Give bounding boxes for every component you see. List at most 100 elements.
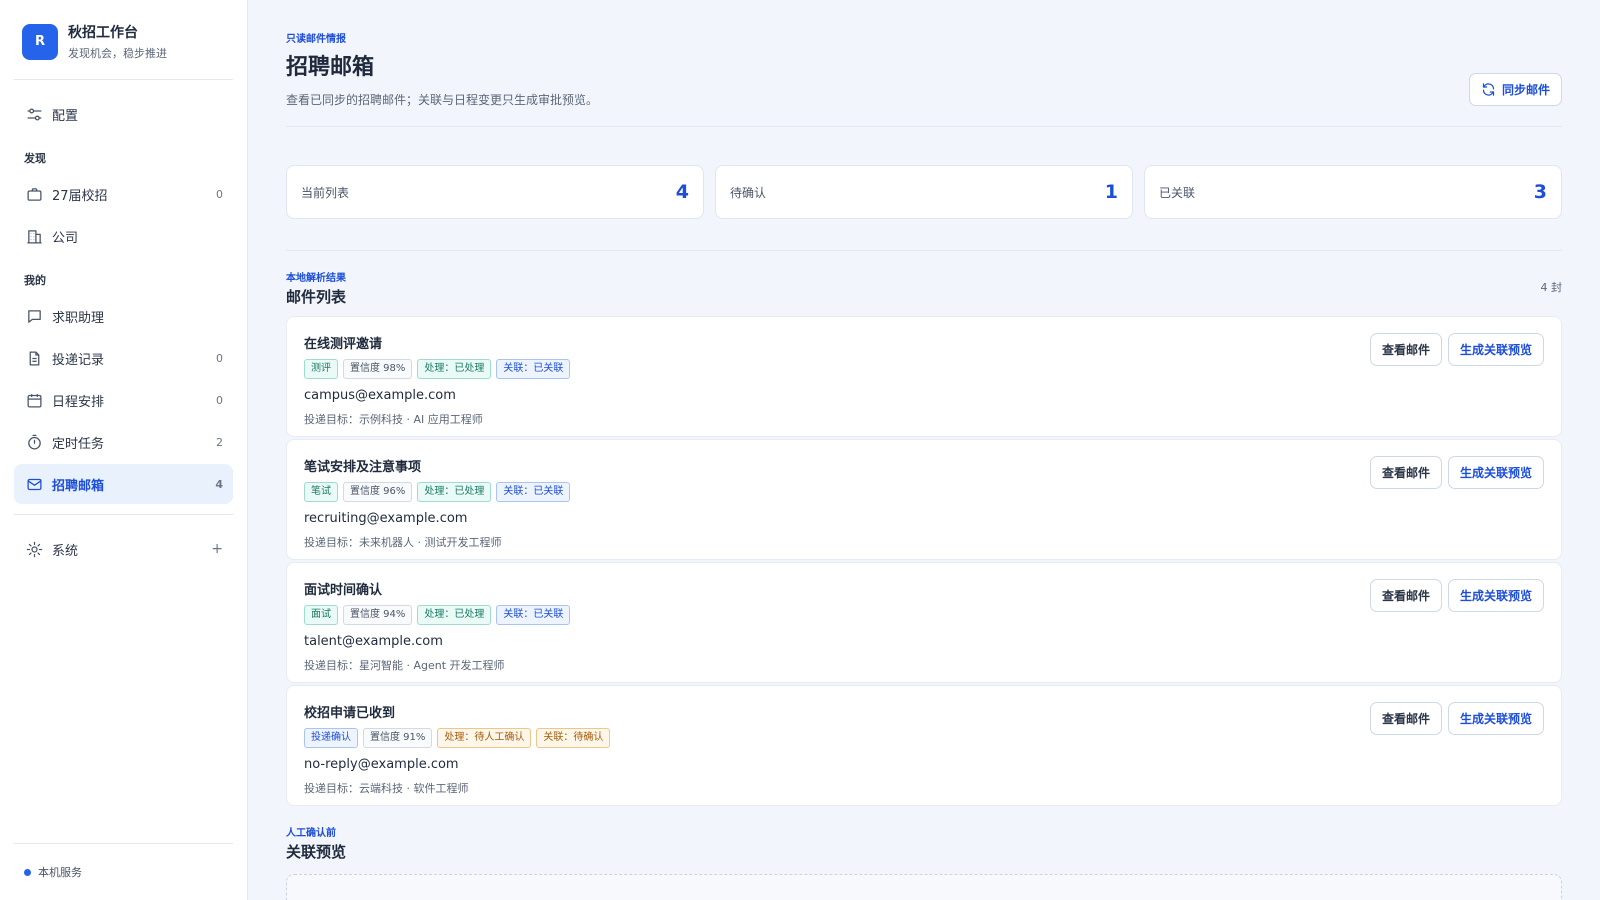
building-icon bbox=[24, 226, 44, 246]
sidebar-item-mailbox[interactable]: 招聘邮箱 4 bbox=[14, 464, 233, 504]
tag-type: 投递确认 bbox=[304, 728, 358, 748]
sidebar-nav: 配置 发现 27届校招 0 公司 我的 求职助理 投递记录 0 日程安排 0 定… bbox=[14, 94, 233, 569]
mail-item: 笔试安排及注意事项 笔试 置信度 96% 处理：已处理 关联：已关联 recru… bbox=[286, 439, 1562, 560]
tag-type: 测评 bbox=[304, 359, 338, 379]
sidebar-footer: 本机服务 bbox=[14, 843, 233, 880]
mail-section-eyebrow: 本地解析结果 bbox=[286, 273, 346, 284]
sidebar-item-schedule[interactable]: 日程安排 0 bbox=[14, 380, 233, 420]
mail-sender: talent@example.com bbox=[304, 634, 443, 649]
generate-link-preview-button[interactable]: 生成关联预览 bbox=[1447, 702, 1544, 735]
sidebar-item-label: 公司 bbox=[52, 230, 79, 246]
view-mail-button[interactable]: 查看邮件 bbox=[1369, 579, 1442, 612]
mail-subject: 在线测评邀请 bbox=[304, 337, 383, 352]
view-mail-button[interactable]: 查看邮件 bbox=[1369, 702, 1442, 735]
mail-target: 投递目标：示例科技 · AI 应用工程师 bbox=[304, 413, 483, 426]
mail-tags: 笔试 置信度 96% 处理：已处理 关联：已关联 bbox=[304, 482, 571, 502]
mail-tags: 投递确认 置信度 91% 处理：待人工确认 关联：待确认 bbox=[304, 728, 611, 748]
brand: R 秋招工作台 发现机会，稳步推进 bbox=[14, 22, 233, 80]
sidebar-item-company[interactable]: 公司 bbox=[14, 216, 233, 256]
view-mail-button[interactable]: 查看邮件 bbox=[1369, 333, 1442, 366]
page-eyebrow: 只读邮件情报 bbox=[286, 34, 346, 45]
mail-sender: recruiting@example.com bbox=[304, 511, 468, 526]
stat-card-current: 当前列表 4 bbox=[286, 165, 704, 219]
sync-mail-label: 同步邮件 bbox=[1501, 83, 1550, 97]
mail-sender: campus@example.com bbox=[304, 388, 456, 403]
chat-icon bbox=[24, 306, 44, 326]
stat-value: 4 bbox=[675, 181, 689, 203]
sidebar-item-label: 配置 bbox=[52, 108, 79, 124]
tag-process-status: 处理：待人工确认 bbox=[437, 728, 532, 748]
tag-process-status: 处理：已处理 bbox=[417, 482, 492, 502]
mail-section-header: 本地解析结果 邮件列表 4 封 bbox=[286, 269, 1562, 307]
nav-section-discover: 发现 bbox=[24, 152, 46, 165]
mail-actions: 查看邮件 生成关联预览 bbox=[1369, 333, 1544, 436]
sidebar-item-timer[interactable]: 定时任务 2 bbox=[14, 422, 233, 462]
sync-mail-button[interactable]: 同步邮件 bbox=[1468, 73, 1562, 106]
tag-link-status: 关联：待确认 bbox=[536, 728, 611, 748]
calendar-icon bbox=[24, 390, 44, 410]
stat-label: 当前列表 bbox=[301, 185, 350, 200]
preview-section-eyebrow: 人工确认前 bbox=[286, 828, 336, 839]
sidebar-item-label: 投递记录 bbox=[52, 352, 105, 368]
generate-link-preview-button[interactable]: 生成关联预览 bbox=[1447, 456, 1544, 489]
view-mail-button[interactable]: 查看邮件 bbox=[1369, 456, 1442, 489]
mail-actions: 查看邮件 生成关联预览 bbox=[1369, 702, 1544, 805]
mail-actions: 查看邮件 生成关联预览 bbox=[1369, 456, 1544, 559]
page-title: 招聘邮箱 bbox=[286, 55, 375, 80]
gear-icon bbox=[24, 539, 44, 559]
sidebar-item-label: 求职助理 bbox=[52, 310, 105, 326]
stat-label: 待确认 bbox=[730, 185, 767, 200]
stat-label: 已关联 bbox=[1159, 185, 1196, 200]
refresh-icon bbox=[1481, 82, 1496, 97]
sidebar-item-count: 2 bbox=[216, 435, 223, 449]
stat-value: 3 bbox=[1533, 181, 1547, 203]
tag-link-status: 关联：已关联 bbox=[496, 359, 571, 379]
tag-confidence: 置信度 96% bbox=[343, 482, 413, 502]
mail-subject: 笔试安排及注意事项 bbox=[304, 460, 422, 475]
tag-confidence: 置信度 94% bbox=[343, 605, 413, 625]
tag-link-status: 关联：已关联 bbox=[496, 605, 571, 625]
sidebar: R 秋招工作台 发现机会，稳步推进 配置 发现 27届校招 0 公司 我的 求职… bbox=[0, 0, 248, 900]
sidebar-item-label: 定时任务 bbox=[52, 436, 105, 452]
sidebar-item-label: 27届校招 bbox=[52, 188, 108, 204]
app-subtitle: 发现机会，稳步推进 bbox=[68, 47, 167, 60]
sidebar-item-label: 系统 bbox=[52, 543, 79, 559]
mail-target: 投递目标：未来机器人 · 测试开发工程师 bbox=[304, 536, 502, 549]
mail-item: 面试时间确认 面试 置信度 94% 处理：已处理 关联：已关联 talent@e… bbox=[286, 562, 1562, 683]
timer-icon bbox=[24, 432, 44, 452]
tag-process-status: 处理：已处理 bbox=[417, 605, 492, 625]
app-root: R 秋招工作台 发现机会，稳步推进 配置 发现 27届校招 0 公司 我的 求职… bbox=[0, 0, 1600, 900]
stat-card-linked: 已关联 3 bbox=[1144, 165, 1562, 219]
status-dot-icon bbox=[24, 868, 31, 876]
mail-subject: 校招申请已收到 bbox=[304, 706, 396, 721]
tag-process-status: 处理：已处理 bbox=[417, 359, 492, 379]
stat-card-pending: 待确认 1 bbox=[715, 165, 1133, 219]
generate-link-preview-button[interactable]: 生成关联预览 bbox=[1447, 333, 1544, 366]
tag-confidence: 置信度 98% bbox=[343, 359, 413, 379]
sidebar-item-count: 0 bbox=[216, 351, 223, 365]
expand-icon[interactable]: + bbox=[209, 541, 223, 557]
mail-section-title: 邮件列表 bbox=[286, 288, 347, 306]
page-header: 只读邮件情报 招聘邮箱 查看已同步的招聘邮件；关联与日程变更只生成审批预览。 同… bbox=[286, 30, 1562, 127]
mail-actions: 查看邮件 生成关联预览 bbox=[1369, 579, 1544, 682]
mail-tags: 面试 置信度 94% 处理：已处理 关联：已关联 bbox=[304, 605, 571, 625]
main-content: 只读邮件情报 招聘邮箱 查看已同步的招聘邮件；关联与日程变更只生成审批预览。 同… bbox=[248, 0, 1600, 900]
sidebar-item-campus[interactable]: 27届校招 0 bbox=[14, 174, 233, 214]
generate-link-preview-button[interactable]: 生成关联预览 bbox=[1447, 579, 1544, 612]
nav-divider bbox=[14, 514, 233, 515]
sidebar-item-applications[interactable]: 投递记录 0 bbox=[14, 338, 233, 378]
sidebar-item-count: 0 bbox=[216, 187, 223, 201]
briefcase-icon bbox=[24, 184, 44, 204]
stat-value: 1 bbox=[1104, 181, 1118, 203]
mail-item: 校招申请已收到 投递确认 置信度 91% 处理：待人工确认 关联：待确认 no-… bbox=[286, 685, 1562, 806]
document-icon bbox=[24, 348, 44, 368]
mail-icon bbox=[24, 474, 44, 494]
mail-list: 在线测评邀请 测评 置信度 98% 处理：已处理 关联：已关联 campus@e… bbox=[286, 316, 1562, 806]
sidebar-item-config[interactable]: 配置 bbox=[14, 94, 233, 134]
sidebar-item-assistant[interactable]: 求职助理 bbox=[14, 296, 233, 336]
mail-target: 投递目标：星河智能 · Agent 开发工程师 bbox=[304, 659, 505, 672]
sidebar-item-count: 4 bbox=[215, 477, 223, 491]
sidebar-item-system[interactable]: 系统 + bbox=[14, 529, 233, 569]
preview-section-header: 人工确认前 关联预览 bbox=[286, 824, 1562, 862]
service-status-label: 本机服务 bbox=[38, 866, 82, 879]
